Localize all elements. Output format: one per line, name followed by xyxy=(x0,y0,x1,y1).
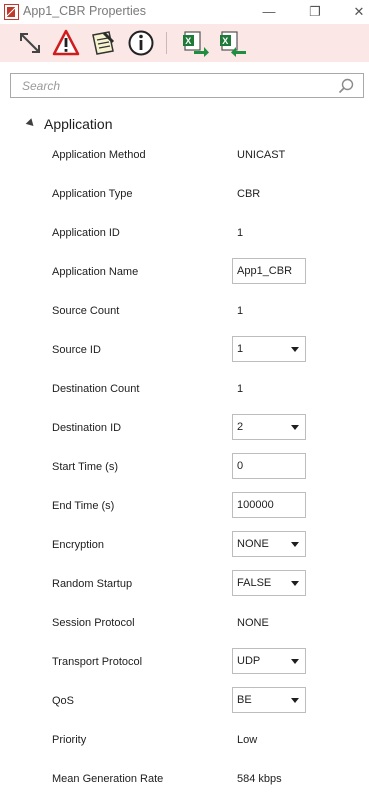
excel-export-icon[interactable]: X xyxy=(182,29,210,57)
notes-icon[interactable] xyxy=(89,29,117,57)
window-title: App1_CBR Properties xyxy=(23,4,146,18)
property-value: 1 xyxy=(237,304,244,317)
collapse-triangle-icon[interactable] xyxy=(25,118,37,129)
property-value: UDP xyxy=(237,655,261,667)
svg-text:X: X xyxy=(222,36,228,46)
property-row: Encryption NONE xyxy=(0,525,369,564)
title-bar: App1_CBR Properties — ❐ ✕ xyxy=(0,0,369,24)
property-value: 2 xyxy=(237,421,244,433)
property-label: Priority xyxy=(52,733,87,746)
property-value: 584 kbps xyxy=(237,772,282,785)
search-icon[interactable] xyxy=(338,78,354,94)
app-logo-icon xyxy=(4,4,19,20)
property-row: End Time (s) 100000 xyxy=(0,486,369,525)
property-label: Start Time (s) xyxy=(52,460,119,473)
property-label: Destination ID xyxy=(52,421,122,434)
warning-icon[interactable] xyxy=(52,29,80,57)
property-label: Transport Protocol xyxy=(52,655,143,668)
expand-icon[interactable] xyxy=(16,29,44,57)
property-row: Application Type CBR xyxy=(0,174,369,213)
property-label: Destination Count xyxy=(52,382,140,395)
property-label: Application Name xyxy=(52,265,139,278)
property-value: NONE xyxy=(237,616,269,629)
property-input[interactable]: 100000 xyxy=(232,492,306,518)
property-label: Source Count xyxy=(52,304,120,317)
property-value: UNICAST xyxy=(237,148,286,161)
property-value: 0 xyxy=(237,460,244,472)
property-label: Application ID xyxy=(52,226,120,239)
property-row: Destination Count 1 xyxy=(0,369,369,408)
property-row: Transport Protocol UDP xyxy=(0,642,369,681)
property-dropdown[interactable]: FALSE xyxy=(232,570,306,596)
property-value: 1 xyxy=(237,226,244,239)
property-label: Application Method xyxy=(52,148,146,161)
property-label: End Time (s) xyxy=(52,499,115,512)
property-label: Mean Generation Rate xyxy=(52,772,164,785)
close-button[interactable]: ✕ xyxy=(346,2,369,22)
toolbar-separator xyxy=(166,32,167,54)
chevron-down-icon[interactable] xyxy=(291,698,299,703)
chevron-down-icon[interactable] xyxy=(291,347,299,352)
property-input[interactable]: 0 xyxy=(232,453,306,479)
property-value: BE xyxy=(237,694,252,706)
excel-import-icon[interactable]: X xyxy=(219,29,247,57)
property-row: Session Protocol NONE xyxy=(0,603,369,642)
search-box xyxy=(10,73,364,98)
property-row: Destination ID 2 xyxy=(0,408,369,447)
svg-text:X: X xyxy=(185,36,191,46)
property-row: QoS BE xyxy=(0,681,369,720)
property-label: Session Protocol xyxy=(52,616,135,629)
property-label: Encryption xyxy=(52,538,104,551)
property-value: CBR xyxy=(237,187,261,200)
minimize-button[interactable]: — xyxy=(256,2,282,22)
property-dropdown[interactable]: 2 xyxy=(232,414,306,440)
search-input[interactable] xyxy=(11,74,342,97)
property-value: 1 xyxy=(237,343,244,355)
chevron-down-icon[interactable] xyxy=(291,425,299,430)
property-value: NONE xyxy=(237,538,269,550)
chevron-down-icon[interactable] xyxy=(291,659,299,664)
toolbar: X X xyxy=(0,24,369,62)
property-input[interactable]: App1_CBR xyxy=(232,258,306,284)
property-label: QoS xyxy=(52,694,75,707)
property-label: Source ID xyxy=(52,343,101,356)
property-row: Source Count 1 xyxy=(0,291,369,330)
property-value: 1 xyxy=(237,382,244,395)
property-row: Source ID 1 xyxy=(0,330,369,369)
property-dropdown[interactable]: 1 xyxy=(232,336,306,362)
property-row: Mean Generation Rate 584 kbps xyxy=(0,759,369,798)
property-row: Start Time (s) 0 xyxy=(0,447,369,486)
property-dropdown[interactable]: NONE xyxy=(232,531,306,557)
property-value: App1_CBR xyxy=(237,265,293,277)
property-label: Application Type xyxy=(52,187,133,200)
info-icon[interactable] xyxy=(127,29,155,57)
property-value: FALSE xyxy=(237,577,272,589)
section-label: Application xyxy=(44,116,113,132)
property-row: Application Name App1_CBR xyxy=(0,252,369,291)
property-row: Application ID 1 xyxy=(0,213,369,252)
property-value: 100000 xyxy=(237,499,274,511)
property-row: Application Method UNICAST xyxy=(0,135,369,174)
property-value: Low xyxy=(237,733,258,746)
property-label: Random Startup xyxy=(52,577,133,590)
chevron-down-icon[interactable] xyxy=(291,581,299,586)
property-row: Priority Low xyxy=(0,720,369,759)
property-dropdown[interactable]: UDP xyxy=(232,648,306,674)
property-dropdown[interactable]: BE xyxy=(232,687,306,713)
property-row: Random Startup FALSE xyxy=(0,564,369,603)
restore-button[interactable]: ❐ xyxy=(302,2,328,22)
chevron-down-icon[interactable] xyxy=(291,542,299,547)
